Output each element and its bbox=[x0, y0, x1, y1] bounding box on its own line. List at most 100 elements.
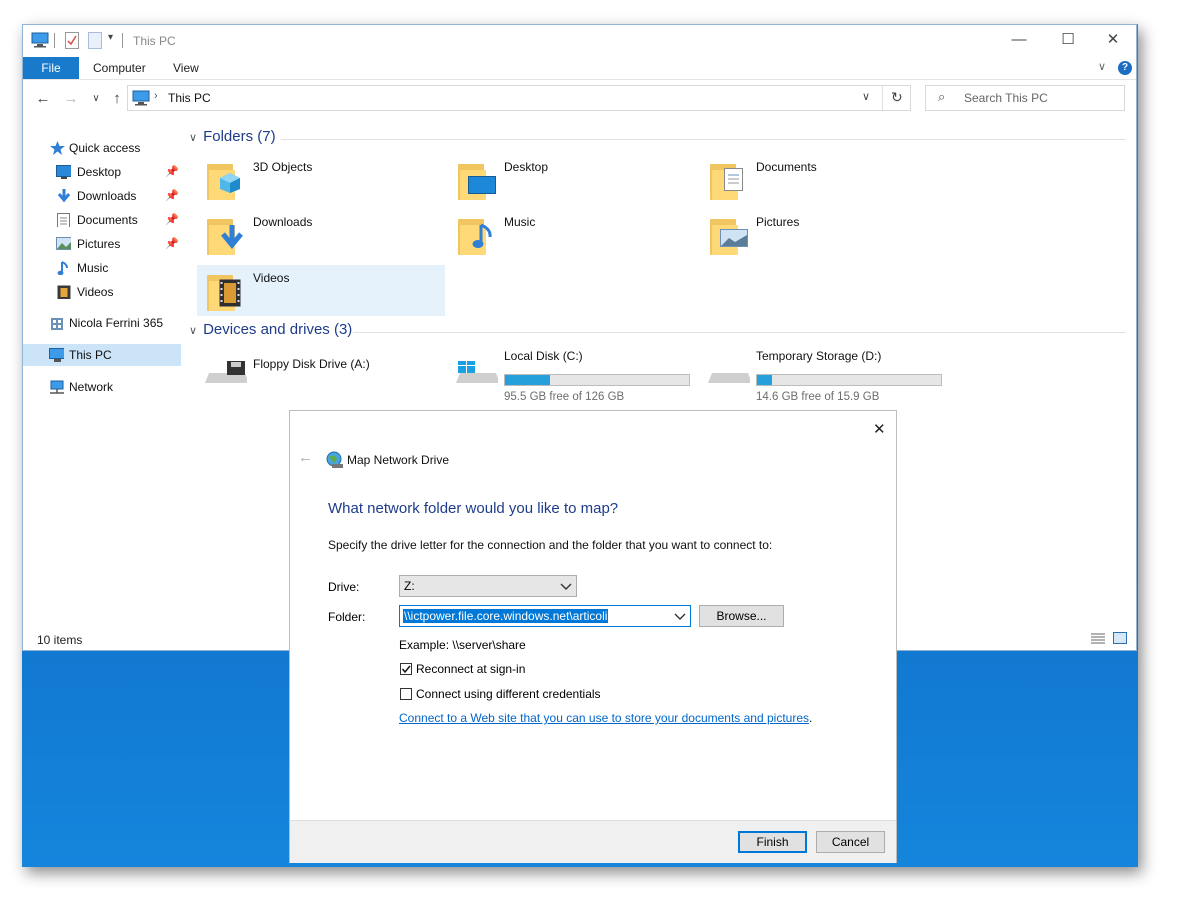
cancel-button[interactable]: Cancel bbox=[816, 831, 885, 853]
forward-button[interactable]: → bbox=[61, 89, 81, 109]
music-note-icon bbox=[472, 223, 492, 248]
different-credentials-label[interactable]: Connect using different credentials bbox=[416, 687, 601, 701]
folder-downloads[interactable]: Downloads bbox=[197, 209, 445, 259]
folder-documents[interactable]: Documents bbox=[700, 154, 948, 204]
sidebar-item-nicola-ferrini-365[interactable]: Nicola Ferrini 365 bbox=[23, 312, 181, 334]
help-icon[interactable]: ? bbox=[1118, 61, 1132, 75]
drive-temporary-d[interactable]: Temporary Storage (D:) 14.6 GB free of 1… bbox=[700, 347, 948, 407]
drive-label: Drive: bbox=[328, 580, 360, 594]
new-folder-icon[interactable] bbox=[88, 32, 102, 49]
network-icon bbox=[50, 380, 64, 394]
different-credentials-checkbox[interactable] bbox=[400, 688, 412, 700]
reconnect-checkbox[interactable] bbox=[400, 663, 412, 675]
link-suffix: . bbox=[809, 711, 813, 725]
dialog-back-button[interactable]: ← bbox=[298, 449, 313, 466]
pin-icon: 📌 bbox=[165, 190, 179, 202]
folder-pictures[interactable]: Pictures bbox=[700, 209, 948, 259]
sidebar-item-label: Network bbox=[69, 380, 114, 394]
sidebar-item-label: This PC bbox=[69, 348, 112, 362]
recent-locations-button[interactable]: ∨ bbox=[86, 89, 106, 109]
qat-separator bbox=[54, 33, 55, 48]
breadcrumb-this-pc[interactable]: This PC bbox=[168, 91, 211, 105]
navigation-pane: Quick access Desktop 📌 Downloads 📌 Docum… bbox=[23, 129, 181, 629]
sidebar-item-documents[interactable]: Documents 📌 bbox=[23, 209, 181, 231]
close-button[interactable]: ✕ bbox=[1093, 29, 1133, 51]
sidebar-item-label: Videos bbox=[77, 285, 114, 299]
search-input[interactable]: ⌕ Search This PC bbox=[925, 85, 1125, 111]
document-icon bbox=[724, 168, 743, 191]
tab-view[interactable]: View bbox=[173, 57, 199, 79]
window-title: This PC bbox=[133, 34, 176, 48]
chevron-down-icon bbox=[674, 613, 686, 620]
large-icons-view-icon[interactable] bbox=[1113, 632, 1127, 644]
folder-3d-objects[interactable]: 3D Objects bbox=[197, 154, 445, 204]
customize-qat-icon[interactable]: ▾ bbox=[108, 32, 113, 43]
sidebar-item-label: Downloads bbox=[77, 189, 137, 203]
desktop-icon bbox=[56, 165, 71, 179]
drive-letter-value: Z: bbox=[404, 579, 415, 593]
tab-computer[interactable]: Computer bbox=[93, 57, 146, 79]
sidebar-item-this-pc[interactable]: This PC bbox=[23, 344, 181, 366]
folder-path-value: \\ictpower.file.core.windows.net\articol… bbox=[403, 609, 609, 623]
tab-file[interactable]: File bbox=[23, 57, 79, 79]
hard-drive-icon bbox=[708, 373, 750, 383]
web-site-link[interactable]: Connect to a Web site that you can use t… bbox=[399, 711, 809, 725]
refresh-icon[interactable]: ↻ bbox=[891, 89, 903, 106]
properties-icon[interactable] bbox=[65, 32, 79, 49]
sidebar-item-label: Documents bbox=[77, 213, 138, 227]
folder-videos[interactable]: Videos bbox=[197, 265, 445, 316]
music-note-icon bbox=[57, 261, 68, 275]
title-bar: ▾ This PC — ☐ ✕ bbox=[23, 25, 1136, 57]
example-text: Example: \\server\share bbox=[399, 638, 526, 652]
section-divider bbox=[353, 332, 1126, 333]
picture-icon bbox=[56, 237, 71, 250]
drive-local-c[interactable]: Local Disk (C:) 95.5 GB free of 126 GB bbox=[448, 347, 696, 407]
folder-label: Folder: bbox=[328, 610, 366, 624]
drive-usage-bar bbox=[504, 374, 690, 386]
onedrive-building-icon bbox=[51, 318, 63, 330]
minimize-button[interactable]: — bbox=[999, 29, 1039, 51]
desktop-icon bbox=[468, 176, 496, 194]
sidebar-item-quick-access[interactable]: Quick access bbox=[23, 137, 181, 159]
reconnect-label[interactable]: Reconnect at sign-in bbox=[416, 662, 525, 676]
network-drive-globe-icon bbox=[326, 451, 343, 468]
browse-button[interactable]: Browse... bbox=[699, 605, 784, 627]
sidebar-item-music[interactable]: Music bbox=[23, 257, 181, 279]
sidebar-item-label: Quick access bbox=[69, 141, 141, 155]
dialog-instruction: Specify the drive letter for the connect… bbox=[328, 538, 773, 552]
drive-label: Local Disk (C:) bbox=[504, 349, 583, 363]
sidebar-item-desktop[interactable]: Desktop 📌 bbox=[23, 161, 181, 183]
sidebar-item-label: Desktop bbox=[77, 165, 122, 179]
sidebar-item-pictures[interactable]: Pictures 📌 bbox=[23, 233, 181, 255]
folder-desktop[interactable]: Desktop bbox=[448, 154, 696, 204]
drive-floppy-a[interactable]: Floppy Disk Drive (A:) bbox=[197, 347, 445, 407]
folder-label: Downloads bbox=[253, 215, 313, 229]
drive-letter-select[interactable]: Z: bbox=[399, 575, 577, 597]
folders-section-header[interactable]: ∨ Folders (7) bbox=[189, 128, 276, 145]
up-button[interactable]: ↑ bbox=[107, 89, 127, 109]
status-item-count: 10 items bbox=[37, 633, 83, 647]
sidebar-item-label: Music bbox=[77, 261, 109, 275]
collapse-chevron-icon: ∨ bbox=[189, 325, 198, 337]
maximize-button[interactable]: ☐ bbox=[1048, 29, 1088, 51]
drives-section-header[interactable]: ∨ Devices and drives (3) bbox=[189, 321, 352, 338]
address-divider bbox=[882, 86, 883, 110]
address-bar[interactable]: › This PC ∨ ↻ bbox=[127, 85, 911, 111]
sidebar-item-videos[interactable]: Videos bbox=[23, 281, 181, 303]
details-view-icon[interactable] bbox=[1091, 633, 1105, 644]
address-dropdown-icon[interactable]: ∨ bbox=[862, 90, 870, 103]
dialog-close-button[interactable]: ✕ bbox=[873, 420, 886, 438]
folder-path-input[interactable]: \\ictpower.file.core.windows.net\articol… bbox=[399, 605, 691, 627]
film-icon bbox=[219, 279, 241, 307]
sidebar-item-network[interactable]: Network bbox=[23, 376, 181, 398]
computer-icon bbox=[49, 348, 64, 362]
expand-ribbon-icon[interactable]: ∨ bbox=[1098, 60, 1106, 73]
sidebar-item-downloads[interactable]: Downloads 📌 bbox=[23, 185, 181, 207]
web-site-link-row: Connect to a Web site that you can use t… bbox=[399, 711, 812, 725]
picture-icon bbox=[720, 229, 748, 247]
pin-icon: 📌 bbox=[165, 214, 179, 226]
qat-separator bbox=[122, 33, 123, 48]
back-button[interactable]: ← bbox=[33, 89, 53, 109]
folder-music[interactable]: Music bbox=[448, 209, 696, 259]
finish-button[interactable]: Finish bbox=[738, 831, 807, 853]
